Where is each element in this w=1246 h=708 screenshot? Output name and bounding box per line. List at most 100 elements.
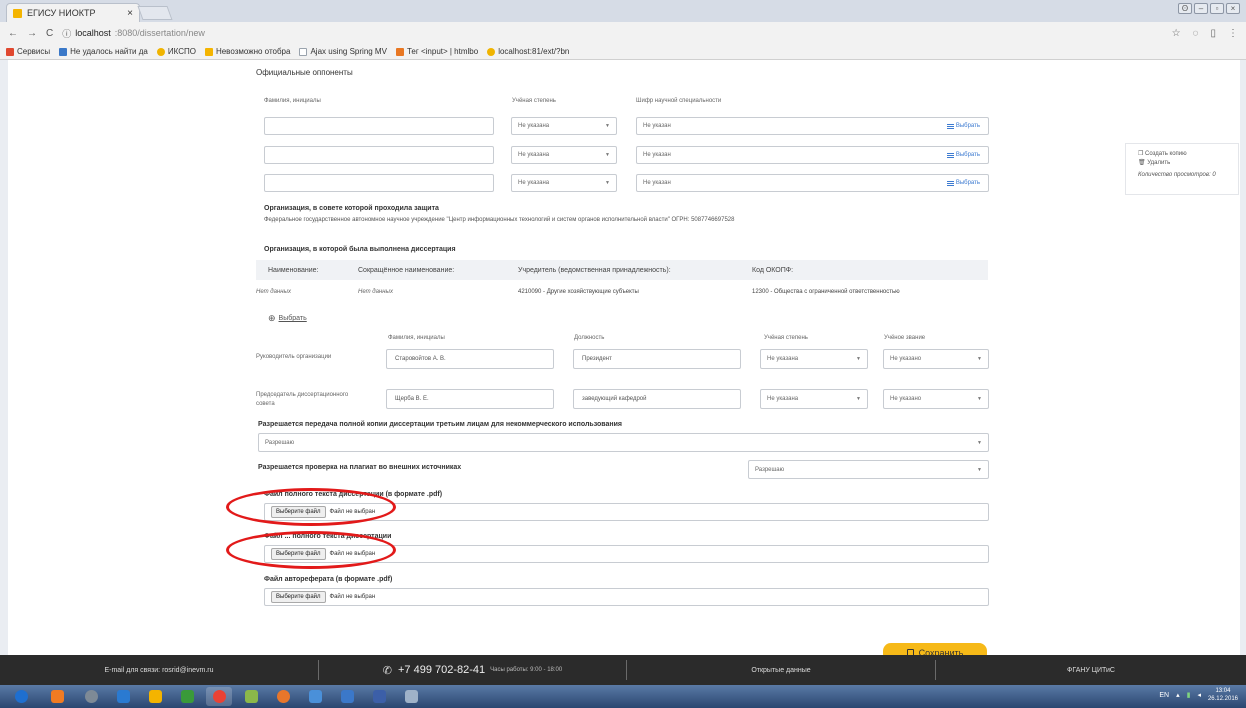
bookmark-item[interactable]: localhost:81/ext/?bn	[487, 47, 569, 56]
user-icon[interactable]: ʘ	[1178, 3, 1192, 14]
menu-icon[interactable]: ⋮	[1228, 28, 1238, 39]
taskbar-app[interactable]	[238, 687, 264, 706]
td-founder: 4210090 - Другие хозяйствующие субъекты	[518, 289, 639, 295]
bookmark-item[interactable]: ИКСПО	[156, 47, 196, 56]
copy-permission-select[interactable]: Разрешаю ▼	[258, 433, 989, 452]
pick-org-button[interactable]: ⊕ Выбрать	[268, 313, 307, 324]
restore-icon[interactable]: ▫	[1210, 3, 1224, 14]
bookmark-item[interactable]: Сервисы	[6, 47, 50, 56]
bookmark-item[interactable]: Ajax using Spring MV	[299, 47, 387, 56]
page-icon	[299, 47, 308, 56]
opponent-degree-select[interactable]: Не указана ▼	[511, 117, 617, 135]
th-name: Наименование:	[268, 267, 319, 274]
opponent-code-field[interactable]: Не указан Выбрать	[636, 146, 989, 164]
choose-file-button[interactable]: Выберите файл	[271, 591, 326, 603]
plagiat-permission-title: Разрешается проверка на плагиат во внешн…	[258, 464, 462, 471]
chair-title-select[interactable]: Не указано ▼	[883, 389, 989, 409]
highlight-ring	[226, 531, 396, 569]
opponent-code-field[interactable]: Не указан Выбрать	[636, 117, 989, 135]
taskbar-app[interactable]	[270, 687, 296, 706]
abstract-file-title: Файл автореферата (в формате .pdf)	[264, 576, 393, 583]
chevron-down-icon: ▼	[605, 152, 610, 158]
copy-icon: ❐	[1138, 151, 1146, 157]
list-icon	[946, 152, 954, 158]
bookmark-icon	[204, 47, 213, 56]
app-icon	[308, 690, 322, 703]
taskbar-app[interactable]	[334, 687, 360, 706]
back-icon[interactable]: ←	[8, 28, 18, 39]
chevron-down-icon: ▼	[605, 180, 610, 186]
taskbar-app[interactable]	[398, 687, 424, 706]
col-degree-label: Учёная степень	[512, 98, 556, 104]
close-tab-icon[interactable]: ×	[127, 8, 133, 19]
extension2-icon[interactable]: ▯	[1210, 28, 1216, 39]
info-icon: ⓘ	[62, 28, 72, 39]
start-button[interactable]	[8, 687, 34, 706]
bookmark-item[interactable]: Невозможно отобра	[204, 47, 290, 56]
pick-code-button[interactable]: Выбрать	[946, 123, 980, 129]
forward-icon[interactable]: →	[27, 28, 37, 39]
taskbar-app[interactable]	[302, 687, 328, 706]
head-position-input[interactable]: Президент	[573, 349, 741, 369]
app-icon	[340, 690, 354, 703]
taskbar-app[interactable]	[78, 687, 104, 706]
taskbar-app[interactable]	[110, 687, 136, 706]
chair-label-line2: совета	[256, 401, 275, 407]
taskbar-app[interactable]	[44, 687, 70, 706]
browser-tab[interactable]: ЕГИСУ НИОКТР ×	[6, 3, 140, 22]
pick-code-button[interactable]: Выбрать	[946, 152, 980, 158]
pick-code-button[interactable]: Выбрать	[946, 180, 980, 186]
star-icon[interactable]: ☆	[1172, 28, 1181, 39]
taskbar-app[interactable]	[142, 687, 168, 706]
chevron-down-icon: ▼	[977, 356, 982, 362]
section-title-opponents: Официальные оппоненты	[256, 68, 353, 77]
td-name: Нет данных	[256, 289, 291, 295]
bookmark-item[interactable]: Тег <input> | htmlbo	[395, 47, 478, 56]
language-indicator[interactable]: EN	[1159, 692, 1169, 699]
tray-arrow-icon[interactable]: ▴	[1176, 691, 1180, 699]
new-tab-button[interactable]	[137, 6, 173, 20]
opponent-name-input[interactable]	[264, 146, 494, 164]
delete-action[interactable]: 🗑 Удалить	[1138, 159, 1226, 166]
volume-icon[interactable]: ◂	[1197, 691, 1201, 699]
reload-icon[interactable]: C	[46, 28, 53, 39]
copy-action[interactable]: ❐ Создать копию	[1138, 150, 1226, 157]
abstract-file-input[interactable]: Выберите файл Файл не выбран	[264, 588, 989, 606]
minimize-icon[interactable]: –	[1194, 3, 1208, 14]
col-code-label: Шифр научной специальности	[636, 98, 722, 104]
chair-position-input[interactable]: заведующий кафедрой	[573, 389, 741, 409]
opponent-code-field[interactable]: Не указан Выбрать	[636, 174, 989, 192]
taskbar-app-chrome[interactable]	[206, 687, 232, 706]
head-degree-select[interactable]: Не указана ▼	[760, 349, 868, 369]
opponent-degree-select[interactable]: Не указана ▼	[511, 146, 617, 164]
clock[interactable]: 13:04 26.12.2016	[1208, 687, 1238, 703]
trash-icon: 🗑	[1138, 160, 1148, 166]
plagiat-permission-select[interactable]: Разрешаю ▼	[748, 460, 989, 479]
app-icon	[372, 690, 386, 703]
taskbar-app[interactable]	[174, 687, 200, 706]
opponent-name-input[interactable]	[264, 117, 494, 135]
head-name-input[interactable]: Старовойтов А. В.	[386, 349, 554, 369]
org-title: Организация, в которой была выполнена ди…	[264, 246, 456, 253]
chair-degree-select[interactable]: Не указана ▼	[760, 389, 868, 409]
chair-name-input[interactable]: Щерба В. Е.	[386, 389, 554, 409]
extension-icon[interactable]: ◌	[1193, 28, 1199, 39]
network-icon[interactable]: ▮	[1187, 691, 1191, 699]
head-title-select[interactable]: Не указано ▼	[883, 349, 989, 369]
opponent-degree-select[interactable]: Не указана ▼	[511, 174, 617, 192]
chevron-down-icon: ▼	[977, 396, 982, 402]
footer-open-data[interactable]: Открытые данные	[627, 655, 935, 685]
opponent-name-input[interactable]	[264, 174, 494, 192]
taskbar-app[interactable]	[366, 687, 392, 706]
footer-org[interactable]: ФГАНУ ЦИТиС	[936, 655, 1246, 685]
url-field[interactable]: ⓘ localhost:8080/dissertation/new	[62, 27, 205, 40]
footer-hours: Часы работы: 9:00 - 18:00	[490, 667, 563, 673]
footer-phone[interactable]: +7 499 702-82-41	[398, 664, 485, 676]
footer-email[interactable]: E-mail для связи: rosrid@inevm.ru	[0, 655, 318, 685]
chrome-icon	[212, 690, 226, 703]
bookmark-item[interactable]: Не удалось найти да	[59, 47, 148, 56]
th-short-name: Сокращённое наименование:	[358, 267, 455, 274]
close-window-icon[interactable]: ×	[1226, 3, 1240, 14]
apps-icon	[6, 47, 14, 56]
highlight-ring	[226, 488, 396, 526]
